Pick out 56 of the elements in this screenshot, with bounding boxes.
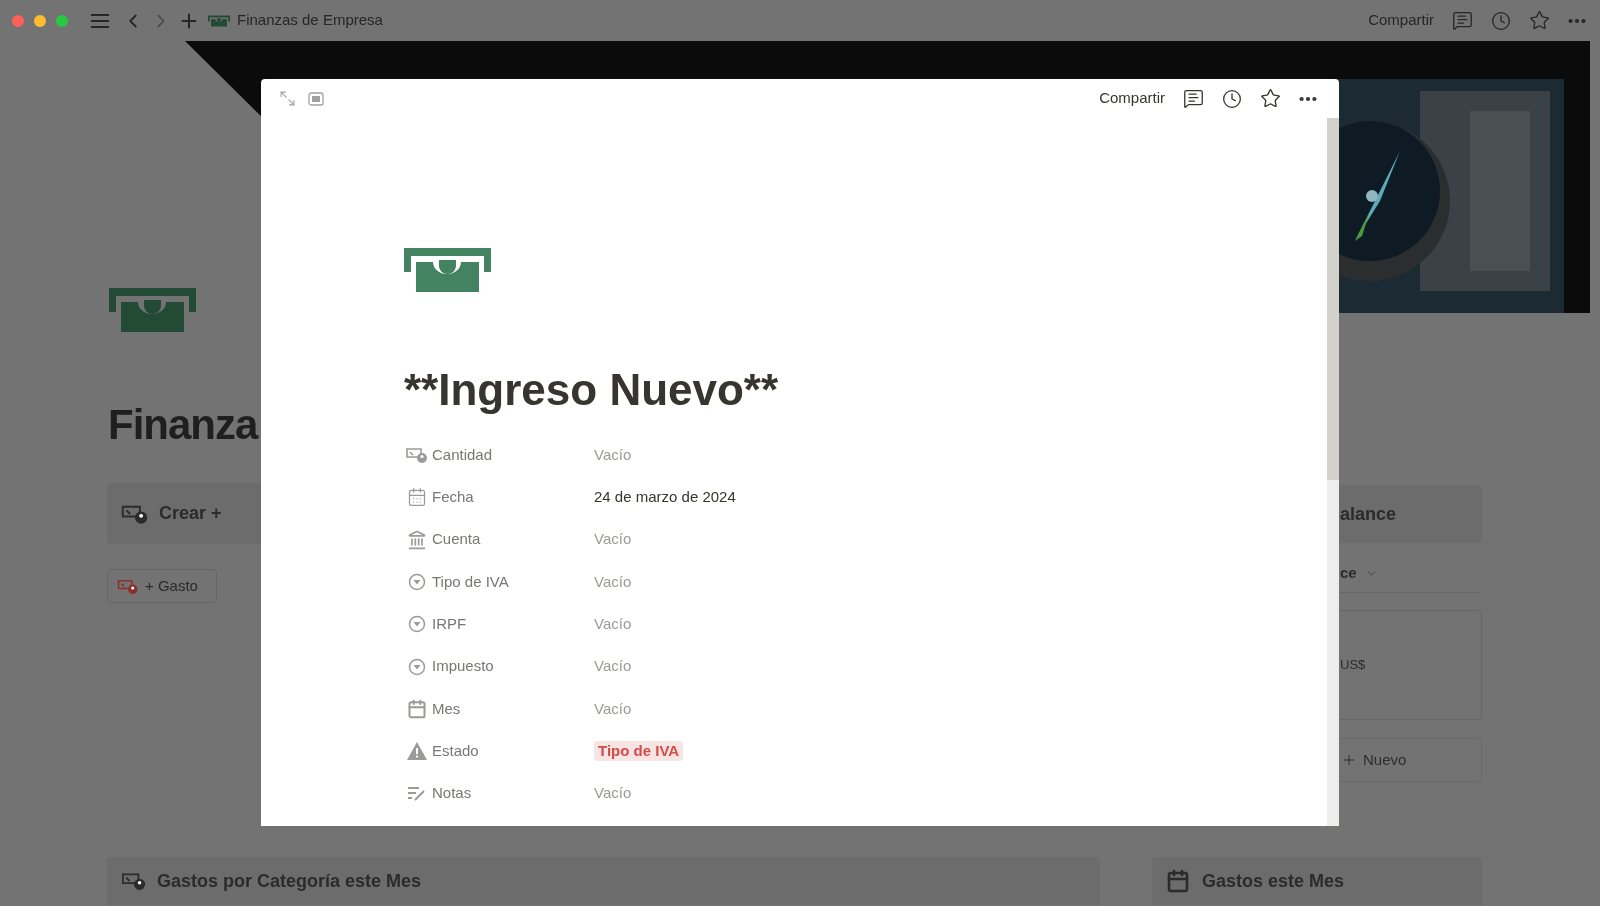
banknote-icon bbox=[208, 14, 230, 27]
page-title: Finanza bbox=[108, 400, 258, 450]
minimize-window-button[interactable] bbox=[34, 14, 46, 27]
calendar-icon bbox=[1166, 869, 1190, 893]
property-field[interactable]: Vacío bbox=[594, 613, 632, 636]
money-icon bbox=[117, 577, 139, 595]
property-label[interactable]: Estado bbox=[432, 739, 479, 763]
section-title: Gastos este Mes bbox=[1202, 869, 1345, 893]
amount-text: US$ bbox=[1340, 656, 1366, 675]
expense-button[interactable]: + Gasto bbox=[107, 569, 217, 603]
star-icon[interactable] bbox=[1529, 10, 1550, 31]
property-label[interactable]: IRPF bbox=[432, 613, 467, 636]
money-icon bbox=[121, 871, 147, 891]
property-label[interactable]: Mes bbox=[432, 697, 461, 721]
expand-icon[interactable] bbox=[279, 90, 296, 107]
property-label[interactable]: Cantidad bbox=[432, 443, 493, 467]
warning-icon bbox=[407, 742, 427, 761]
create-label: Crear + bbox=[159, 502, 222, 525]
property-field[interactable]: Vacío bbox=[594, 443, 632, 467]
menu-icon[interactable] bbox=[90, 12, 110, 29]
maximize-window-button[interactable] bbox=[56, 14, 68, 27]
page-icon bbox=[109, 288, 196, 332]
view-tab[interactable]: ce bbox=[1340, 562, 1357, 585]
property-label[interactable]: Fecha bbox=[432, 486, 474, 509]
property-field[interactable]: Vacío bbox=[594, 528, 632, 551]
property-label[interactable]: Tipo de IVA bbox=[432, 570, 509, 594]
sidebar-view-icon[interactable] bbox=[308, 91, 324, 106]
property-field[interactable]: Vacío bbox=[594, 782, 632, 805]
clock-icon[interactable] bbox=[1222, 88, 1242, 109]
page-icon bbox=[404, 248, 491, 292]
dropdown-icon bbox=[408, 615, 426, 634]
star-icon[interactable] bbox=[1260, 88, 1281, 109]
property-value[interactable]: 24 de marzo de 2024 bbox=[594, 486, 736, 509]
property-label[interactable]: Impuesto bbox=[432, 655, 494, 678]
property-label[interactable]: Notas bbox=[432, 782, 472, 805]
plus-icon bbox=[1341, 752, 1357, 768]
calendar-icon bbox=[407, 698, 427, 719]
bank-icon bbox=[407, 529, 427, 550]
property-field[interactable]: Vacío bbox=[594, 697, 632, 721]
scrollbar-thumb[interactable] bbox=[1327, 118, 1339, 480]
share-button[interactable]: Compartir bbox=[1368, 9, 1434, 32]
property-label[interactable]: Cuenta bbox=[432, 528, 481, 551]
scrollbar[interactable] bbox=[1327, 118, 1339, 826]
status-tag[interactable]: Tipo de IVA bbox=[594, 741, 684, 762]
section-title: Gastos por Categoría este Mes bbox=[157, 869, 422, 893]
property-field[interactable]: Vacío bbox=[594, 655, 632, 678]
money-icon bbox=[406, 446, 428, 465]
notes-icon bbox=[407, 785, 427, 802]
calendar-icon bbox=[407, 487, 427, 508]
breadcrumb[interactable]: Finanzas de Empresa bbox=[237, 9, 383, 32]
share-button[interactable]: Compartir bbox=[1099, 87, 1165, 110]
comment-icon[interactable] bbox=[1183, 88, 1204, 109]
dropdown-icon bbox=[408, 657, 426, 676]
dropdown-icon bbox=[408, 573, 426, 592]
property-field[interactable]: Vacío bbox=[594, 570, 632, 594]
page-title: **Ingreso Nuevo** bbox=[404, 364, 779, 416]
